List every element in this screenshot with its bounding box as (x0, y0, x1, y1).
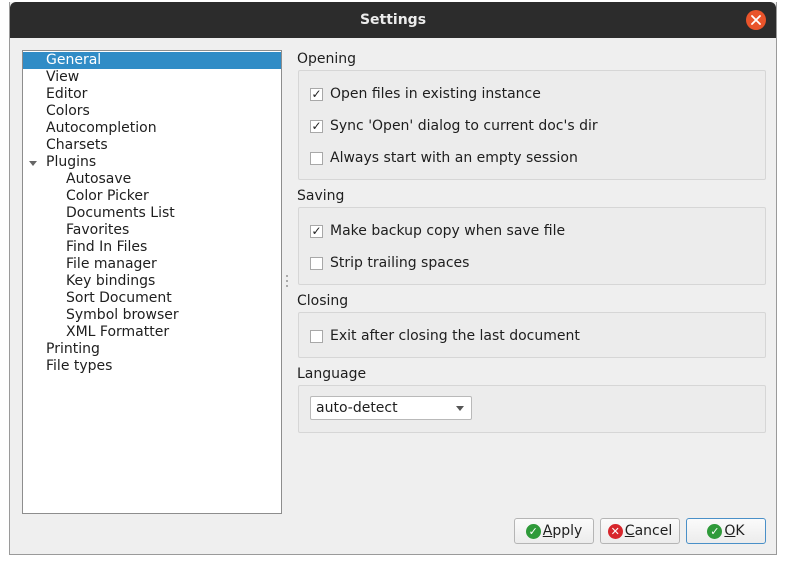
check-icon: ✓ (707, 523, 723, 539)
tree-item-file-types[interactable]: File types (23, 358, 281, 375)
saving-group: ✓ Make backup copy when save file Strip … (298, 207, 766, 285)
apply-button[interactable]: ✓ Apply (514, 518, 594, 544)
backup-copy-label: Make backup copy when save file (330, 223, 566, 239)
empty-session-option[interactable]: Always start with an empty session (310, 149, 578, 167)
dropdown-arrow-icon (456, 406, 464, 411)
window-title: Settings (359, 12, 427, 28)
tree-item-symbol-browser[interactable]: Symbol browser (23, 307, 281, 324)
sync-open-dialog-option[interactable]: ✓ Sync 'Open' dialog to current doc's di… (310, 117, 598, 135)
open-existing-instance-checkbox[interactable]: ✓ (310, 87, 323, 101)
expand-arrow-icon[interactable] (29, 161, 37, 166)
cross-icon: ✕ (607, 523, 623, 539)
ok-button[interactable]: ✓ OK (686, 518, 766, 544)
cancel-button[interactable]: ✕ Cancel (600, 518, 680, 544)
language-group: auto-detect (298, 385, 766, 433)
open-existing-instance-label: Open files in existing instance (330, 86, 541, 102)
tree-item-printing[interactable]: Printing (23, 341, 281, 358)
language-select-value: auto-detect (316, 400, 398, 416)
check-icon: ✓ (525, 523, 541, 539)
tree-item-documents-list[interactable]: Documents List (23, 205, 281, 222)
tree-item-key-bindings[interactable]: Key bindings (23, 273, 281, 290)
splitter-handle[interactable] (286, 272, 289, 296)
saving-section-label: Saving (297, 188, 345, 204)
closing-section-label: Closing (297, 293, 349, 309)
empty-session-checkbox[interactable] (310, 151, 323, 165)
exit-after-closing-option[interactable]: Exit after closing the last document (310, 327, 580, 345)
settings-category-tree[interactable]: General View Editor Colors Autocompletio… (22, 50, 282, 514)
tree-item-sort-document[interactable]: Sort Document (23, 290, 281, 307)
tree-item-autocompletion[interactable]: Autocompletion (23, 120, 281, 137)
tree-item-color-picker[interactable]: Color Picker (23, 188, 281, 205)
tree-item-file-manager[interactable]: File manager (23, 256, 281, 273)
opening-section-label: Opening (297, 51, 357, 67)
tree-item-editor[interactable]: Editor (23, 86, 281, 103)
tree-item-find-in-files[interactable]: Find In Files (23, 239, 281, 256)
tree-item-charsets[interactable]: Charsets (23, 137, 281, 154)
settings-dialog: Settings General View Editor Colors Auto… (9, 2, 777, 555)
apply-button-label: Apply (542, 523, 583, 539)
sync-open-dialog-label: Sync 'Open' dialog to current doc's dir (330, 118, 598, 134)
sync-open-dialog-checkbox[interactable]: ✓ (310, 119, 323, 133)
titlebar: Settings (10, 2, 776, 38)
empty-session-label: Always start with an empty session (330, 150, 578, 166)
strip-trailing-spaces-option[interactable]: Strip trailing spaces (310, 254, 469, 272)
ok-button-label: OK (724, 523, 745, 539)
strip-trailing-spaces-label: Strip trailing spaces (330, 255, 470, 271)
tree-item-colors[interactable]: Colors (23, 103, 281, 120)
language-select[interactable]: auto-detect (310, 396, 472, 420)
close-button[interactable] (746, 10, 766, 30)
tree-item-plugins-label: Plugins (46, 154, 97, 170)
tree-item-autosave[interactable]: Autosave (23, 171, 281, 188)
close-icon (751, 15, 761, 25)
backup-copy-option[interactable]: ✓ Make backup copy when save file (310, 222, 565, 240)
language-section-label: Language (297, 366, 367, 382)
opening-group: ✓ Open files in existing instance ✓ Sync… (298, 70, 766, 180)
open-existing-instance-option[interactable]: ✓ Open files in existing instance (310, 85, 541, 103)
exit-after-closing-label: Exit after closing the last document (330, 328, 580, 344)
closing-group: Exit after closing the last document (298, 312, 766, 358)
cancel-button-label: Cancel (624, 523, 673, 539)
tree-item-plugins[interactable]: Plugins (23, 154, 281, 171)
strip-trailing-spaces-checkbox[interactable] (310, 256, 323, 270)
tree-item-general[interactable]: General (23, 52, 281, 69)
tree-item-view[interactable]: View (23, 69, 281, 86)
tree-item-xml-formatter[interactable]: XML Formatter (23, 324, 281, 341)
tree-item-favorites[interactable]: Favorites (23, 222, 281, 239)
backup-copy-checkbox[interactable]: ✓ (310, 224, 323, 238)
exit-after-closing-checkbox[interactable] (310, 329, 323, 343)
